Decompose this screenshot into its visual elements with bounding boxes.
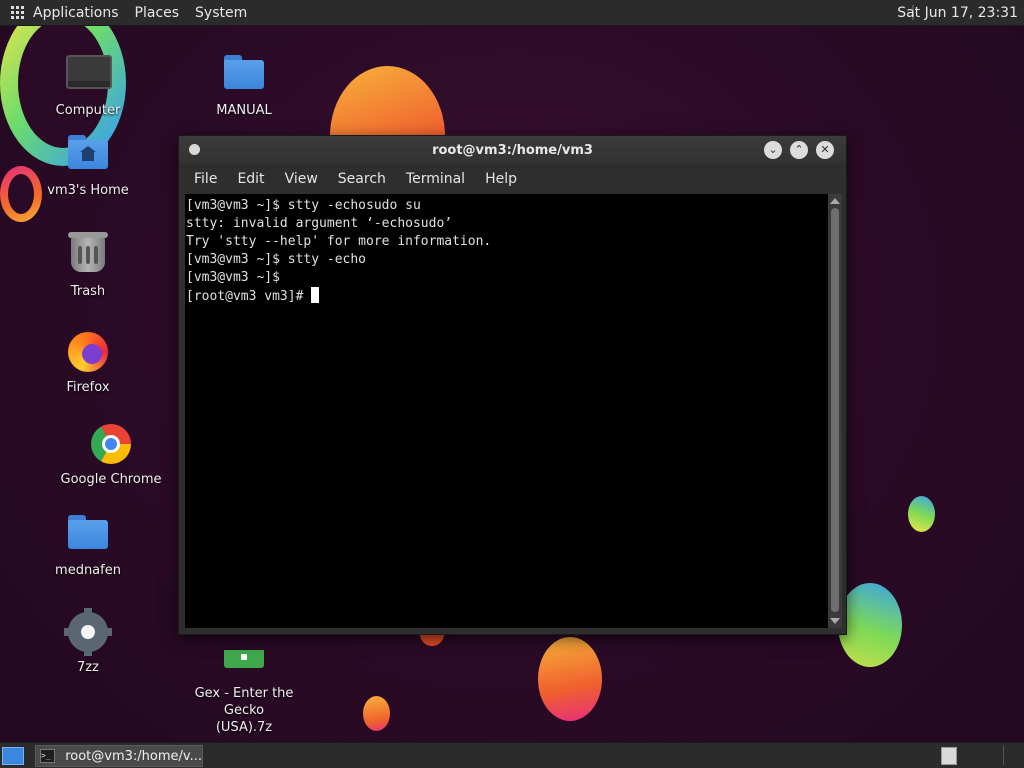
terminal-line: [vm3@vm3 ~]$ stty -echo: [186, 252, 367, 267]
terminal-titlebar[interactable]: root@vm3:/home/vm3 ⌄ ⌃ ✕: [179, 136, 846, 164]
menu-terminal[interactable]: Terminal: [396, 171, 475, 187]
trash-icon: [66, 232, 110, 280]
wallpaper-shape: [538, 637, 602, 721]
terminal-line: Try 'stty --help' for more information.: [186, 234, 492, 249]
menu-help[interactable]: Help: [475, 171, 527, 187]
desktop-icon-label: Computer: [55, 103, 121, 118]
minimize-button[interactable]: ⌄: [764, 141, 782, 159]
apps-grid-icon: [11, 6, 24, 19]
computer-icon: [66, 55, 112, 99]
wallpaper-shape: [363, 696, 390, 731]
terminal-prompt-line: [root@vm3 vm3]#: [186, 289, 312, 304]
gear-icon: [64, 608, 112, 656]
top-panel: Applications Places System Sat Jun 17, 2…: [0, 0, 1024, 26]
desktop-icon-7zz[interactable]: 7zz: [33, 608, 143, 675]
scroll-up-icon[interactable]: [830, 198, 840, 204]
desktop-icon-label: vm3's Home: [47, 183, 129, 198]
workspace-switcher[interactable]: [941, 747, 957, 765]
desktop-icon-label: Firefox: [66, 380, 110, 395]
desktop-icon-computer[interactable]: Computer: [33, 50, 143, 118]
terminal-menubar: File Edit View Search Terminal Help: [179, 164, 846, 194]
wallpaper-shape: [908, 496, 935, 532]
firefox-icon: [66, 332, 110, 376]
close-button[interactable]: ✕: [816, 141, 834, 159]
maximize-button[interactable]: ⌃: [790, 141, 808, 159]
desktop-icon-label: Google Chrome: [60, 472, 162, 487]
desktop-icon-label: mednafen: [55, 563, 121, 578]
bottom-panel: >_ root@vm3:/home/v...: [0, 742, 1024, 768]
desktop-icon-firefox[interactable]: Firefox: [33, 330, 143, 395]
home-folder-icon: [66, 135, 110, 179]
applications-menu[interactable]: Applications: [0, 0, 127, 25]
menu-edit[interactable]: Edit: [227, 171, 274, 187]
desktop-icon-mednafen[interactable]: mednafen: [33, 510, 143, 578]
clock[interactable]: Sat Jun 17, 23:31: [897, 0, 1018, 25]
menu-view[interactable]: View: [275, 171, 328, 187]
desktop-icon-label: Trash: [70, 284, 106, 299]
taskbar-item-label: root@vm3:/home/v...: [65, 748, 202, 764]
places-menu[interactable]: Places: [127, 0, 188, 25]
applications-menu-label: Applications: [33, 4, 119, 21]
scroll-down-icon[interactable]: [830, 618, 840, 624]
terminal-output[interactable]: [vm3@vm3 ~]$ stty -echosudo su stty: inv…: [185, 194, 828, 628]
menu-search[interactable]: Search: [328, 171, 396, 187]
desktop-icon-label: MANUAL: [216, 103, 272, 118]
scrollbar-thumb[interactable]: [831, 208, 839, 612]
panel-separator: [1003, 746, 1004, 765]
window-title: root@vm3:/home/vm3: [432, 143, 593, 158]
archive-icon: [224, 650, 264, 668]
desktop-icon-home[interactable]: vm3's Home: [33, 130, 143, 198]
terminal-window[interactable]: root@vm3:/home/vm3 ⌄ ⌃ ✕ File Edit View …: [178, 135, 847, 635]
terminal-scrollbar[interactable]: [828, 194, 842, 628]
folder-icon: [66, 515, 110, 559]
show-desktop-icon[interactable]: [2, 747, 24, 765]
terminal-line: stty: invalid argument ‘-echosudo’: [186, 216, 453, 231]
terminal-icon: >_: [40, 749, 56, 763]
desktop-icon-label: Gex - Enter the Gecko (USA).7z: [194, 686, 294, 735]
chrome-icon: [89, 424, 133, 468]
desktop-icon-trash[interactable]: Trash: [33, 230, 143, 299]
desktop-icon-chrome[interactable]: Google Chrome: [55, 422, 167, 487]
text-cursor: [311, 287, 320, 303]
folder-icon: [222, 55, 266, 99]
desktop-icon-manual[interactable]: MANUAL: [189, 50, 299, 118]
taskbar-item-terminal[interactable]: >_ root@vm3:/home/v...: [35, 745, 203, 767]
wallpaper-shape: [838, 583, 902, 667]
terminal-line: [vm3@vm3 ~]$ stty -echosudo su: [186, 198, 421, 213]
desktop-icon-gex-archive[interactable]: Gex - Enter the Gecko (USA).7z: [174, 633, 314, 736]
system-menu[interactable]: System: [187, 0, 255, 25]
terminal-line: [vm3@vm3 ~]$: [186, 270, 288, 285]
menu-file[interactable]: File: [184, 171, 227, 187]
desktop-icon-label: 7zz: [77, 660, 99, 675]
